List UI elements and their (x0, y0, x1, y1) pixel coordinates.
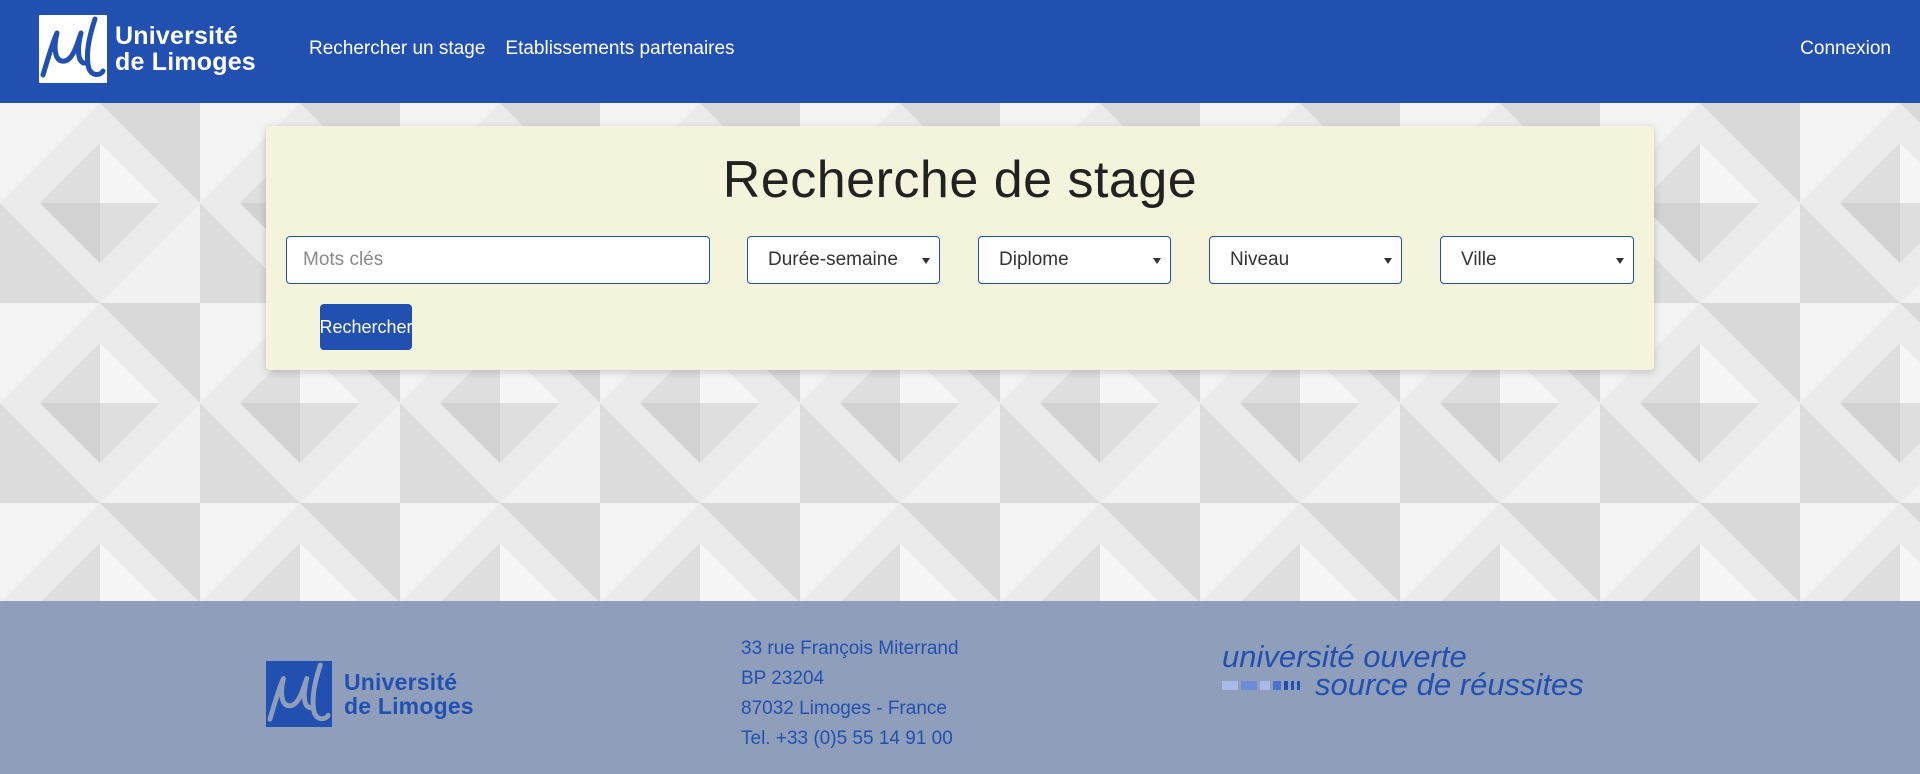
footer-brand-line1: Université (344, 669, 458, 695)
footer-brand-line2: de Limoges (344, 693, 474, 719)
level-select[interactable]: Niveau (1209, 236, 1402, 284)
diploma-select[interactable]: Diplome (978, 236, 1171, 284)
address-line: 87032 Limoges - France (741, 698, 947, 719)
address-phone: Tel. +33 (0)5 55 14 91 00 (741, 728, 953, 749)
brand-line2: de Limoges (115, 48, 256, 76)
top-navbar: Université de Limoges Rechercher un stag… (0, 0, 1920, 103)
main-nav: Rechercher un stage Etablissements parte… (309, 38, 755, 60)
city-select-value: Ville (1461, 249, 1497, 270)
footer: Université de Limoges 33 rue François Mi… (0, 601, 1920, 774)
duration-select[interactable]: Durée-semaine (747, 236, 940, 284)
footer-brand-text: Université de Limoges (344, 670, 474, 718)
footer-logo: Université de Limoges (266, 661, 474, 727)
address-line: 33 rue François Miterrand (741, 638, 959, 659)
nav-partner-establishments[interactable]: Etablissements partenaires (505, 38, 734, 60)
keywords-input[interactable]: Mots clés (286, 236, 710, 284)
slogan-line2-row: source de réussites (1222, 667, 1584, 702)
ul-logo-icon (39, 15, 107, 83)
nav-search-internship[interactable]: Rechercher un stage (309, 38, 485, 60)
search-panel: Recherche de stage Mots clés Durée-semai… (266, 126, 1654, 370)
city-select[interactable]: Ville (1440, 236, 1634, 284)
dash-decoration-icon (1222, 680, 1303, 690)
ul-logo-icon (266, 661, 332, 727)
duration-select-value: Durée-semaine (768, 249, 898, 270)
address-line: BP 23204 (741, 668, 825, 689)
level-select-value: Niveau (1230, 249, 1290, 270)
footer-address: 33 rue François Miterrand BP 23204 87032… (741, 634, 959, 754)
keywords-placeholder: Mots clés (303, 249, 384, 270)
page-title: Recherche de stage (722, 151, 1198, 209)
login-link[interactable]: Connexion (1800, 38, 1891, 60)
brand-text: Université de Limoges (115, 23, 256, 75)
slogan-line2: source de réussites (1315, 667, 1584, 702)
search-button[interactable]: Rechercher (319, 304, 413, 350)
diploma-select-value: Diplome (999, 249, 1069, 270)
brand-line1: Université (115, 22, 238, 50)
brand-logo[interactable]: Université de Limoges (39, 15, 256, 83)
footer-slogan: université ouverte source de réussites (1222, 641, 1584, 702)
